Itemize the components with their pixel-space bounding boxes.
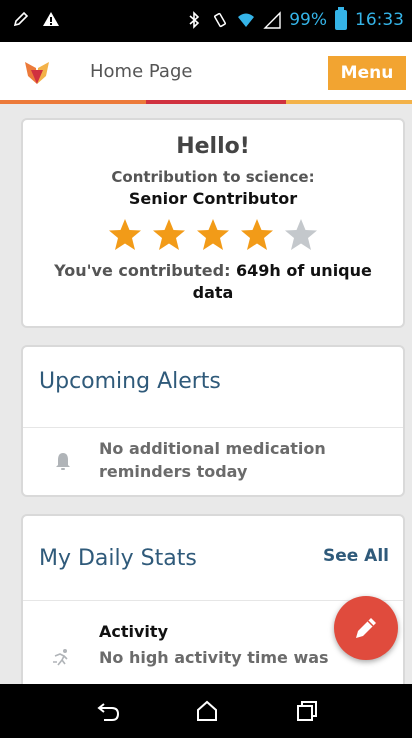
status-bar-right: 99% 16:33 xyxy=(185,7,404,30)
daily-stats-card[interactable]: My Daily Stats See All Activity No high … xyxy=(21,514,405,684)
alert-message: No additional medication reminders today xyxy=(99,439,326,481)
star-filled-icon xyxy=(109,219,141,250)
activity-icon xyxy=(53,649,68,666)
bell-icon xyxy=(56,453,70,470)
back-icon xyxy=(97,703,120,721)
status-bar: 99% 16:33 xyxy=(0,0,412,42)
contribution-label: Contribution to science: xyxy=(111,168,315,186)
back-button[interactable] xyxy=(96,699,122,723)
contribution-level: Senior Contributor xyxy=(128,189,298,208)
warning-icon xyxy=(43,12,59,26)
contribution-card: Hello! Contribution to science: Senior C… xyxy=(21,118,405,328)
alerts-title: Upcoming Alerts xyxy=(39,369,221,394)
card-divider xyxy=(23,600,403,601)
contributed-label: You've contributed: xyxy=(54,261,237,280)
recent-apps-icon xyxy=(297,701,317,721)
home-icon xyxy=(197,700,217,721)
status-bar-left xyxy=(12,10,60,28)
menu-button[interactable]: Menu xyxy=(328,56,406,90)
upcoming-alerts-card[interactable]: Upcoming Alerts No additional medication… xyxy=(21,345,405,497)
activity-message: No high activity time was xyxy=(99,648,329,667)
star-empty-icon xyxy=(285,219,317,250)
contribution-rating xyxy=(23,218,403,252)
see-all-button[interactable]: See All xyxy=(323,546,389,566)
edit-fab-button[interactable] xyxy=(334,596,398,660)
card-divider xyxy=(23,427,403,428)
activity-title: Activity xyxy=(99,622,168,641)
daily-stats-title: My Daily Stats xyxy=(39,546,197,571)
contributed-summary: You've contributed: 649h of unique data xyxy=(23,260,403,304)
battery-percent: 99% xyxy=(289,10,327,30)
star-filled-icon xyxy=(197,219,229,250)
main-content[interactable]: Hello! Contribution to science: Senior C… xyxy=(0,104,412,684)
star-filled-icon xyxy=(241,219,273,250)
app-logo-icon[interactable] xyxy=(24,60,50,86)
clock: 16:33 xyxy=(355,10,404,30)
system-navigation-bar xyxy=(0,684,412,738)
battery-icon xyxy=(335,7,347,30)
home-button[interactable] xyxy=(194,699,220,723)
page-title: Home Page xyxy=(90,61,193,82)
greeting: Hello! xyxy=(176,134,250,159)
star-filled-icon xyxy=(153,219,185,250)
app-header: Home Page Menu xyxy=(0,42,412,104)
recent-apps-button[interactable] xyxy=(294,699,320,723)
wifi-icon xyxy=(238,13,255,27)
vibrate-icon xyxy=(214,12,227,28)
edit-icon xyxy=(13,11,29,27)
pencil-icon xyxy=(356,618,376,638)
signal-icon xyxy=(263,11,281,29)
bluetooth-icon xyxy=(189,11,200,29)
